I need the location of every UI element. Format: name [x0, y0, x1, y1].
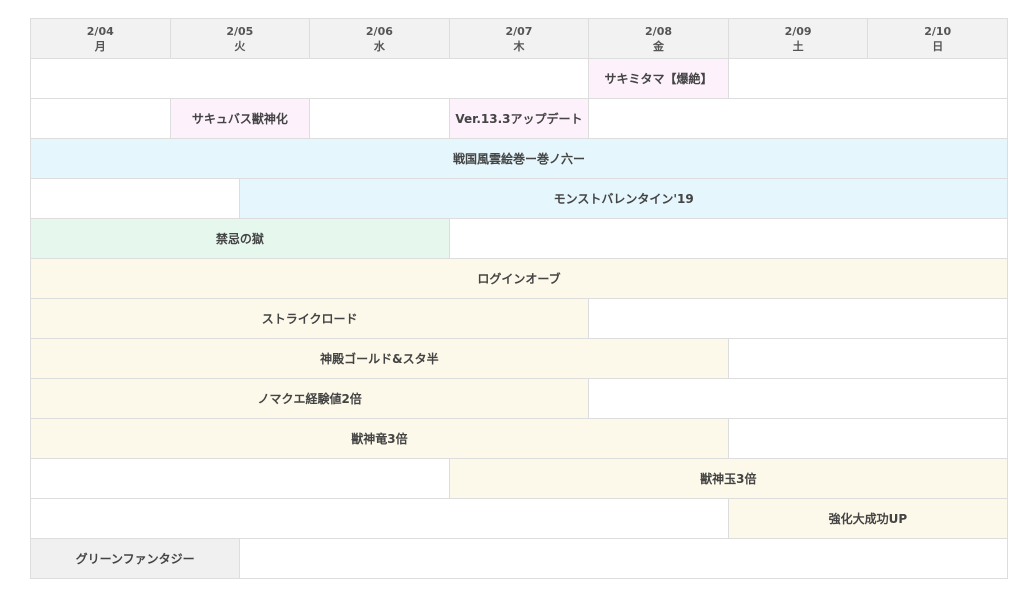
- empty-slot: [30, 98, 171, 139]
- empty-slot: [727, 338, 1009, 379]
- day-header: 2/05 火: [169, 18, 311, 59]
- day-date: 2/09: [784, 24, 812, 38]
- event-row: 獣神玉3倍: [30, 458, 1009, 499]
- event-schedule-table: 2/04 月 2/05 火 2/06 水 2/07 木 2/08 金 2/09 土 2/10 日 サキミタ…: [29, 18, 1009, 579]
- day-header: 2/07 木: [448, 18, 590, 59]
- event-bar[interactable]: サキュバス獣神化: [169, 98, 311, 139]
- event-row: サキミタマ【爆絶】: [29, 58, 1009, 99]
- event-bar[interactable]: ログインオーブ: [30, 258, 1008, 299]
- event-row: 強化大成功UP: [30, 498, 1009, 539]
- event-bar[interactable]: 獣神玉3倍: [448, 458, 1009, 499]
- event-bar[interactable]: 禁忌の獄: [30, 218, 450, 259]
- day-weekday: 月: [94, 39, 106, 53]
- event-row: 神殿ゴールド&スタ半: [30, 338, 1009, 379]
- day-header-row: 2/04 月 2/05 火 2/06 水 2/07 木 2/08 金 2/09 土 2/10 日: [30, 18, 1008, 59]
- day-date: 2/06: [365, 24, 393, 38]
- event-row: ノマクエ経験値2倍: [29, 378, 1008, 419]
- event-bar[interactable]: 神殿ゴールド&スタ半: [30, 338, 729, 379]
- event-row: グリーンファンタジー: [29, 538, 1008, 579]
- event-bar[interactable]: 戦国風雲絵巻ー巻ノ六ー: [30, 138, 1008, 179]
- day-header: 2/10 日: [867, 18, 1008, 59]
- event-bar[interactable]: ストライクロード: [29, 298, 590, 339]
- event-bar[interactable]: サキミタマ【爆絶】: [588, 58, 729, 99]
- day-date: 2/05: [226, 24, 254, 38]
- event-bar[interactable]: 強化大成功UP: [727, 498, 1009, 539]
- empty-slot: [588, 98, 1008, 139]
- day-weekday: 水: [373, 39, 385, 53]
- empty-slot: [448, 218, 1009, 259]
- event-row: モンストバレンタイン'19: [29, 178, 1008, 219]
- day-weekday: 木: [513, 39, 525, 53]
- empty-slot: [588, 378, 1008, 419]
- day-header: 2/09 土: [727, 18, 869, 59]
- event-row: ログインオーブ: [30, 258, 1008, 299]
- event-bar[interactable]: グリーンファンタジー: [29, 538, 241, 579]
- empty-slot: [30, 458, 450, 499]
- day-header: 2/06 水: [309, 18, 450, 59]
- event-rows: サキミタマ【爆絶】サキュバス獣神化 Ver.13.3アップデート 戦国風雲絵巻ー巻ノ…: [29, 58, 1009, 579]
- event-bar[interactable]: ノマクエ経験値2倍: [29, 378, 590, 419]
- empty-slot: [309, 98, 450, 139]
- empty-slot: [29, 58, 590, 99]
- empty-slot: [239, 538, 1008, 579]
- event-row: 禁忌の獄: [30, 218, 1009, 259]
- day-weekday: 日: [932, 39, 944, 53]
- day-date: 2/04: [86, 24, 114, 38]
- event-row: 獣神竜3倍: [30, 418, 1009, 459]
- day-header: 2/08 金: [588, 18, 729, 59]
- day-weekday: 土: [792, 39, 804, 53]
- event-bar[interactable]: 獣神竜3倍: [30, 418, 729, 459]
- day-weekday: 金: [653, 39, 665, 53]
- day-weekday: 火: [234, 39, 246, 53]
- day-header: 2/04 月: [30, 18, 171, 59]
- day-date: 2/08: [645, 24, 673, 38]
- empty-slot: [588, 298, 1008, 339]
- day-date: 2/07: [505, 24, 533, 38]
- empty-slot: [29, 178, 241, 219]
- day-date: 2/10: [924, 24, 952, 38]
- event-bar[interactable]: Ver.13.3アップデート: [448, 98, 590, 139]
- event-bar[interactable]: モンストバレンタイン'19: [239, 178, 1008, 219]
- empty-slot: [727, 418, 1009, 459]
- empty-slot: [30, 498, 729, 539]
- empty-slot: [727, 58, 1009, 99]
- event-row: ストライクロード: [29, 298, 1008, 339]
- event-row: 戦国風雲絵巻ー巻ノ六ー: [30, 138, 1008, 179]
- event-row: サキュバス獣神化 Ver.13.3アップデート: [30, 98, 1008, 139]
